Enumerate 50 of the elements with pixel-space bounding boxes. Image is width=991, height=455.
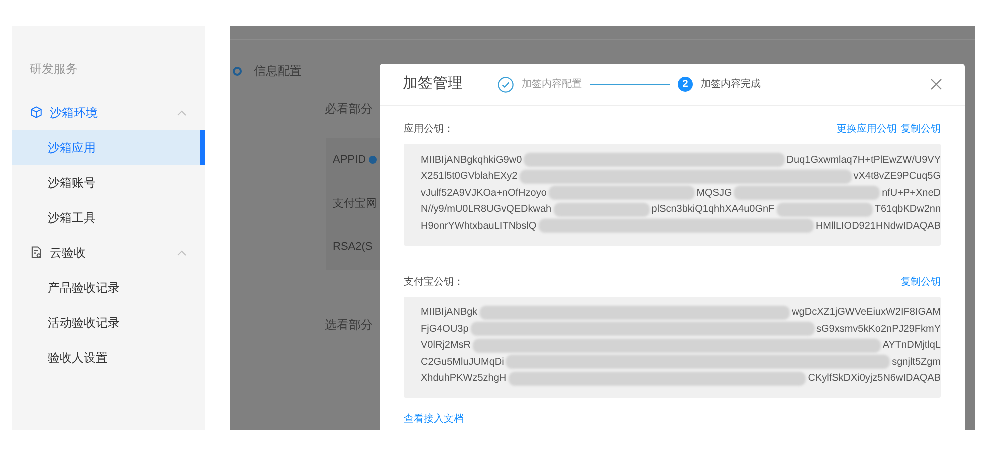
key-text: Duq1Gxwmlaq7H+tPlEwZW/U9VY — [786, 154, 941, 168]
group-label: 云验收 — [50, 244, 87, 262]
chevron-icon[interactable] — [177, 110, 187, 116]
field-label: APPID — [333, 153, 366, 168]
step-label: 加签内容配置 — [522, 78, 582, 92]
key-text: MIIBIjANBgkqhkiG9w0 — [421, 154, 522, 168]
check-circle-icon — [498, 76, 514, 92]
sidebar-item[interactable]: 活动验收记录 — [12, 305, 205, 340]
key-text: V0lRj2MsR — [421, 339, 472, 354]
sidebar-item[interactable]: 沙箱账号 — [12, 165, 205, 200]
key-text: sgnjlt5Zgm — [892, 356, 941, 370]
key-text: plScn3bkiQ1qhhXA4u0GnF — [652, 203, 775, 218]
close-icon[interactable] — [931, 79, 942, 90]
step-number: 2 — [678, 77, 693, 92]
key-text: sG9xsmv5kKo2nPJ29FkmY — [816, 322, 941, 337]
key-label: 支付宝公钥： — [404, 276, 464, 290]
key-text: FjG4OU3p — [421, 322, 469, 337]
section-label: 必看部分 — [325, 101, 373, 118]
key-text: CKylfSkDXi0yjz5N6wIDAQAB — [808, 372, 941, 386]
document-icon — [30, 246, 43, 259]
key-text: X251l5t0GVblahEXy2 — [421, 170, 518, 184]
step-label: 加签内容完成 — [701, 78, 761, 92]
key-text: N//y9/mU0LR8UGvQEDkwah — [421, 203, 552, 218]
field-label: 支付宝网 — [333, 196, 377, 212]
section-label: 选看部分 — [325, 317, 373, 334]
key-text: vX4t8vZE9PCuq5G — [854, 170, 941, 184]
key-text: vJulf52A9VJKOa+nOfHzoyo — [421, 186, 547, 201]
key-text: MQSJG — [696, 186, 732, 201]
sidebar-group[interactable]: 沙箱环境 — [12, 95, 205, 130]
key-text: H9onrYWhtxbauLITNbslQ — [421, 220, 537, 234]
group-label: 沙箱环境 — [50, 104, 99, 122]
chevron-icon[interactable] — [177, 250, 187, 256]
sidebar-item[interactable]: 沙箱工具 — [12, 200, 205, 235]
key-text: T61qbKDw2nn — [874, 203, 942, 218]
cube-icon — [30, 106, 43, 119]
dialog-title: 加签管理 — [403, 74, 463, 94]
sidebar-item[interactable]: 验收人设置 — [12, 340, 205, 375]
key-text: AYTnDMjtlqL — [882, 339, 941, 354]
field-label: RSA2(S — [333, 240, 373, 255]
sidebar-section-title: 研发服务 — [29, 61, 79, 78]
key-text: C2Gu5MluJUMqDi — [421, 356, 504, 370]
sidebar-item[interactable]: 产品验收记录 — [12, 270, 205, 305]
key-text: MIIBIjANBgk — [421, 306, 478, 320]
key-text: XhduhPKWz5zhgH — [421, 372, 507, 386]
key-text: HMllLIOD921HNdwIDAQAB — [816, 220, 941, 234]
step-label: 信息配置 — [254, 63, 302, 80]
sidebar-group[interactable]: 云验收 — [12, 235, 205, 270]
key-label: 应用公钥： — [404, 122, 454, 137]
key-text: wgDcXZ1jGWVeEiuxW2IF8IGAM — [792, 306, 941, 320]
key-text: nfU+P+XneD — [882, 186, 941, 201]
